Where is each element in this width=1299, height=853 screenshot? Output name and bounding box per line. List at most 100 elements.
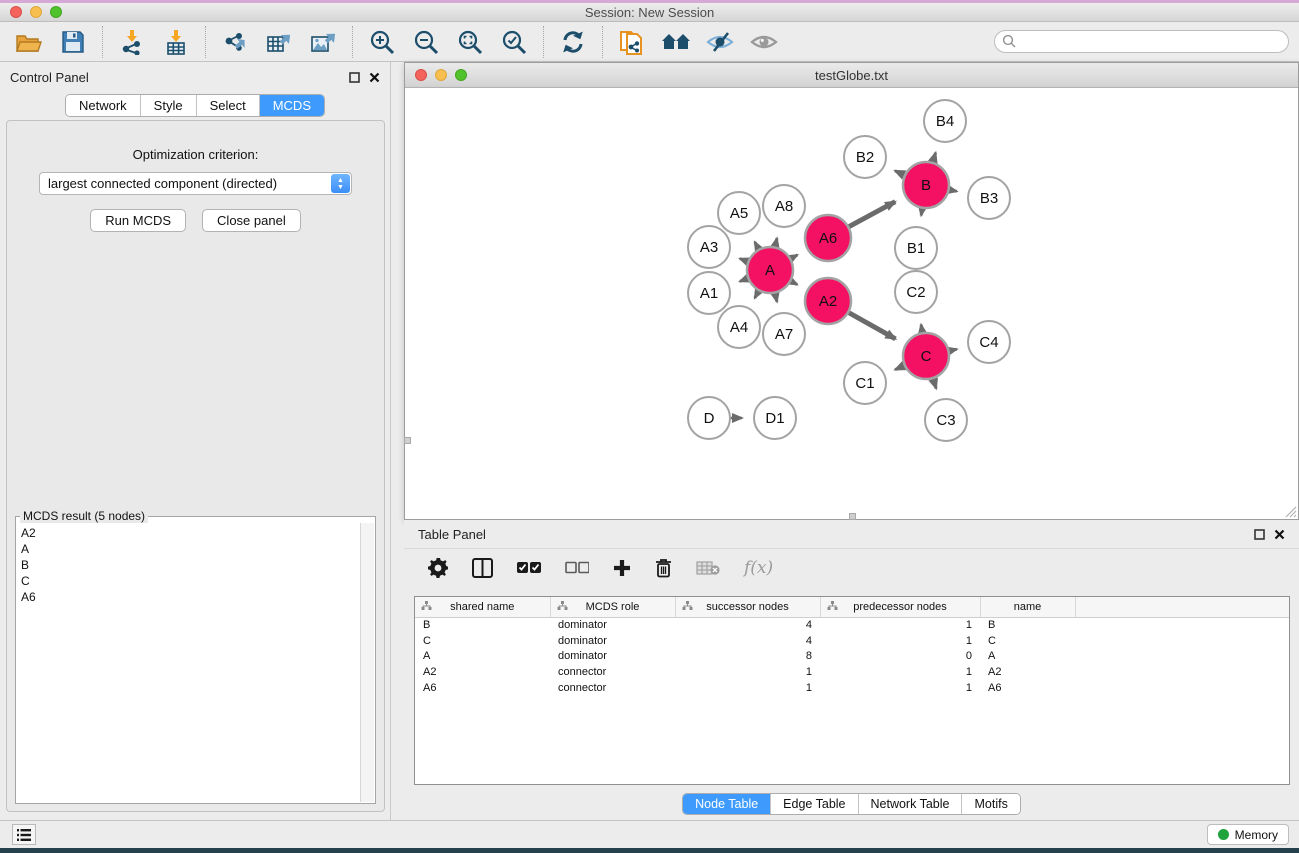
resize-grip-icon[interactable] — [1283, 504, 1297, 518]
list-item[interactable]: C — [21, 573, 356, 589]
graph-node-A[interactable]: A — [747, 247, 793, 293]
zoom-selected-icon[interactable] — [499, 27, 529, 57]
gear-icon[interactable] — [428, 558, 448, 578]
clone-network-icon[interactable] — [617, 27, 647, 57]
close-panel-button[interactable]: Close panel — [202, 209, 301, 232]
run-mcds-button[interactable]: Run MCDS — [90, 209, 186, 232]
tab-edge-table[interactable]: Edge Table — [770, 794, 857, 814]
table-row[interactable]: A2connector11A2 — [415, 664, 1289, 680]
function-icon[interactable]: f(x) — [744, 558, 773, 578]
graph-edge[interactable] — [791, 281, 797, 284]
list-item[interactable]: A — [21, 541, 356, 557]
memory-button[interactable]: Memory — [1207, 824, 1289, 845]
table-delete-icon[interactable] — [696, 560, 720, 576]
graph-node-D1[interactable]: D1 — [754, 397, 796, 439]
graph-node-A3[interactable]: A3 — [688, 226, 730, 268]
graph-edge[interactable] — [775, 293, 777, 301]
list-item[interactable]: A2 — [21, 525, 356, 541]
graph-node-A1[interactable]: A1 — [688, 272, 730, 314]
zoom-fit-icon[interactable] — [455, 27, 485, 57]
graph-node-A4[interactable]: A4 — [718, 306, 760, 348]
search-input[interactable] — [994, 30, 1289, 53]
deselect-all-icon[interactable] — [565, 561, 589, 574]
export-network-icon[interactable] — [220, 27, 250, 57]
table-row[interactable]: A6connector11A6 — [415, 680, 1289, 696]
delete-icon[interactable] — [655, 558, 672, 578]
table-row[interactable]: Bdominator41B — [415, 617, 1289, 633]
graph-node-B3[interactable]: B3 — [968, 177, 1010, 219]
graph-node-A2[interactable]: A2 — [805, 278, 851, 324]
graph-edge[interactable] — [740, 259, 748, 262]
import-table-icon[interactable] — [161, 27, 191, 57]
canvas-handle-bottom[interactable] — [849, 513, 856, 520]
zoom-out-icon[interactable] — [411, 27, 441, 57]
graph-node-A6[interactable]: A6 — [805, 215, 851, 261]
canvas-handle-left[interactable] — [404, 437, 411, 444]
tab-network[interactable]: Network — [66, 95, 140, 116]
graph-edge[interactable] — [921, 209, 922, 216]
graph-edge[interactable] — [950, 190, 957, 191]
network-canvas[interactable]: B4 B2 B B3 A8A5 A6 A3 B1 A C2 A1 A2 A4A7 C4 C C1 D D1 C3 — [405, 88, 1298, 519]
graph-edge[interactable] — [849, 313, 896, 339]
graph-edge[interactable] — [895, 366, 904, 370]
graph-edge[interactable] — [775, 238, 777, 246]
list-item[interactable]: B — [21, 557, 356, 573]
table-row[interactable]: Cdominator41C — [415, 633, 1289, 649]
tab-network-table[interactable]: Network Table — [858, 794, 962, 814]
network-graph[interactable]: B4 B2 B B3 A8A5 A6 A3 B1 A C2 A1 A2 A4A7 C4 C C1 D D1 C3 — [405, 88, 1298, 519]
tab-motifs[interactable]: Motifs — [961, 794, 1019, 814]
tab-mcds[interactable]: MCDS — [259, 95, 324, 116]
graph-node-B2[interactable]: B2 — [844, 136, 886, 178]
graph-node-B[interactable]: B — [903, 162, 949, 208]
tab-node-table[interactable]: Node Table — [683, 794, 770, 814]
add-icon[interactable] — [613, 559, 631, 577]
graph-edge[interactable] — [755, 291, 759, 298]
columns-icon[interactable] — [472, 558, 493, 578]
graph-edge[interactable] — [949, 349, 956, 351]
optimization-criterion-select[interactable]: largest connected component (directed) ▲… — [39, 172, 352, 195]
graph-node-B4[interactable]: B4 — [924, 100, 966, 142]
list-item[interactable]: A6 — [21, 589, 356, 605]
open-session-icon[interactable] — [14, 27, 44, 57]
graph-node-A7[interactable]: A7 — [763, 313, 805, 355]
close-panel-icon[interactable] — [369, 72, 380, 83]
mcds-result-list[interactable]: A2ABCA6 — [17, 523, 360, 802]
graph-edge[interactable] — [849, 202, 895, 227]
graph-edge[interactable] — [791, 255, 797, 258]
hide-selected-icon[interactable] — [705, 27, 735, 57]
tab-select[interactable]: Select — [196, 95, 259, 116]
graph-node-B1[interactable]: B1 — [895, 227, 937, 269]
show-panels-button[interactable] — [12, 824, 36, 845]
graph-edge[interactable] — [755, 242, 759, 249]
graph-node-C3[interactable]: C3 — [925, 399, 967, 441]
close-panel-icon[interactable] — [1274, 529, 1285, 540]
ndex-home-icon[interactable] — [661, 27, 691, 57]
export-image-icon[interactable] — [308, 27, 338, 57]
node-table[interactable]: shared name MCDS role successor nodes pr… — [414, 596, 1290, 785]
import-network-icon[interactable] — [117, 27, 147, 57]
graph-node-A8[interactable]: A8 — [763, 185, 805, 227]
refresh-icon[interactable] — [558, 27, 588, 57]
graph-edge[interactable] — [895, 171, 904, 175]
table-header-row[interactable]: shared name MCDS role successor nodes pr… — [415, 597, 1289, 617]
graph-node-C[interactable]: C — [903, 333, 949, 379]
export-table-icon[interactable] — [264, 27, 294, 57]
tab-style[interactable]: Style — [140, 95, 196, 116]
graph-edge[interactable] — [740, 278, 748, 281]
graph-node-A5[interactable]: A5 — [718, 192, 760, 234]
graph-edge[interactable] — [921, 325, 922, 333]
graph-node-C2[interactable]: C2 — [895, 271, 937, 313]
graph-node-C4[interactable]: C4 — [968, 321, 1010, 363]
list-scrollbar[interactable] — [360, 523, 374, 802]
float-panel-icon[interactable] — [1254, 529, 1265, 540]
float-panel-icon[interactable] — [349, 72, 360, 83]
select-all-icon[interactable] — [517, 561, 541, 574]
graph-edge[interactable] — [933, 379, 936, 389]
zoom-in-icon[interactable] — [367, 27, 397, 57]
show-selected-icon[interactable] — [749, 27, 779, 57]
graph-node-D[interactable]: D — [688, 397, 730, 439]
graph-edge[interactable] — [933, 153, 936, 162]
graph-node-C1[interactable]: C1 — [844, 362, 886, 404]
table-row[interactable]: Adominator80A — [415, 649, 1289, 665]
save-session-icon[interactable] — [58, 27, 88, 57]
